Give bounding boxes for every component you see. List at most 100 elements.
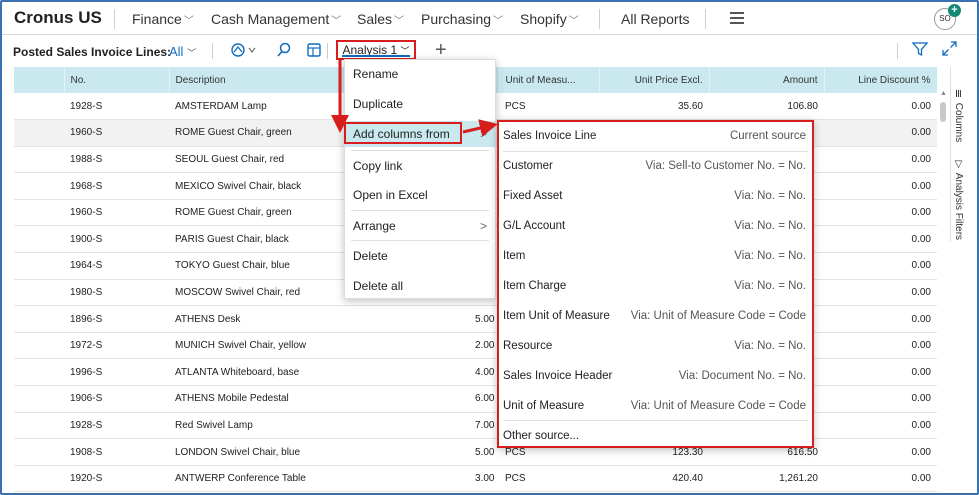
row-select-cell[interactable] (14, 385, 64, 413)
cell-description[interactable]: ATLANTA Whiteboard, base (169, 358, 469, 387)
row-select-cell[interactable] (14, 279, 64, 307)
menu-item-duplicate[interactable]: Duplicate (345, 90, 495, 118)
menu-item-delete[interactable]: Delete (345, 242, 495, 270)
cell-line-discount[interactable]: 0.00 (824, 305, 937, 333)
tab-columns[interactable]: Ⅲ Columns (953, 89, 964, 142)
cell-no[interactable]: 1996-S (64, 358, 169, 387)
cell-line-discount[interactable]: 0.00 (824, 119, 937, 147)
cell-line-discount[interactable]: 0.00 (824, 385, 937, 413)
submenu-item[interactable]: Customer Via: Sell-to Customer No. = No. (499, 152, 812, 180)
table-row[interactable]: 1920-S ANTWERP Conference Table 3.00 PCS 420… (14, 465, 937, 493)
submenu-item-other-source[interactable]: Other source... (499, 422, 812, 450)
vertical-scrollbar[interactable] (940, 102, 946, 122)
row-select-cell[interactable] (14, 93, 64, 121)
cell-description[interactable]: LONDON Swivel Chair, blue (169, 438, 469, 466)
cell-no[interactable]: 1960-S (64, 199, 169, 227)
expand-icon[interactable] (942, 41, 957, 60)
scroll-up-arrow-icon[interactable]: ▲ (940, 90, 947, 97)
row-select-cell[interactable] (14, 332, 64, 360)
cell-no[interactable]: 1964-S (64, 252, 169, 280)
submenu-item[interactable]: Sales Invoice Header Via: Document No. = … (499, 362, 812, 390)
nav-all-reports[interactable]: All Reports (621, 11, 689, 27)
cell-quantity[interactable]: 2.00 (469, 332, 499, 360)
submenu-item[interactable]: Resource Via: No. = No. (499, 332, 812, 360)
nav-finance[interactable]: Finance ﹀ (132, 11, 194, 27)
row-select-cell[interactable] (14, 119, 64, 147)
cell-no[interactable]: 1972-S (64, 332, 169, 360)
nav-shopify[interactable]: Shopify ﹀ (520, 11, 579, 27)
row-select-cell[interactable] (14, 305, 64, 333)
cell-unit-price[interactable]: 420.40 (599, 465, 709, 493)
row-select-cell[interactable] (14, 465, 64, 493)
submenu-item[interactable]: Item Via: No. = No. (499, 242, 812, 270)
row-select-cell[interactable] (14, 199, 64, 227)
cell-quantity[interactable]: 5.00 (469, 305, 499, 333)
submenu-item[interactable]: Unit of Measure Via: Unit of Measure Code… (499, 392, 812, 420)
tab-analysis-filters[interactable]: ▽ Analysis Filters (953, 159, 964, 240)
menu-item-open-in-excel[interactable]: Open in Excel (345, 181, 495, 209)
cell-quantity[interactable]: 7.00 (469, 412, 499, 440)
menu-item-copy-link[interactable]: Copy link (345, 152, 495, 180)
cell-unit-of-measure[interactable]: PCS (499, 465, 599, 493)
row-select-cell[interactable] (14, 252, 64, 280)
column-header-amount[interactable]: Amount (709, 67, 825, 93)
cell-quantity[interactable]: 4.00 (469, 358, 499, 387)
cell-unit-price[interactable]: 35.60 (599, 93, 709, 121)
cell-description[interactable]: MUNICH Swivel Chair, yellow (169, 332, 469, 360)
cell-amount[interactable]: 1,261.20 (709, 465, 824, 493)
cell-line-discount[interactable]: 0.00 (824, 412, 937, 440)
cell-quantity[interactable]: 5.00 (469, 438, 499, 466)
row-select-cell[interactable] (14, 172, 64, 200)
menu-item-arrange[interactable]: Arrange > (345, 212, 495, 240)
menu-item-delete-all[interactable]: Delete all (345, 272, 495, 300)
tab-analysis-1[interactable]: Analysis 1 ﹀ (336, 40, 416, 60)
cell-no[interactable]: 1920-S (64, 465, 169, 493)
row-select-cell[interactable] (14, 358, 64, 387)
analysis-mode-icon[interactable] (231, 42, 257, 61)
cell-description[interactable]: ATHENS Mobile Pedestal (169, 385, 469, 413)
cell-no[interactable]: 1900-S (64, 225, 169, 254)
menu-item-rename[interactable]: Rename (345, 60, 495, 88)
cell-line-discount[interactable]: 0.00 (824, 438, 937, 466)
column-header-unit-price[interactable]: Unit Price Excl. (599, 67, 710, 93)
cell-no[interactable]: 1968-S (64, 172, 169, 200)
column-header-no[interactable]: No. (64, 67, 170, 93)
cell-no[interactable]: 1960-S (64, 119, 169, 147)
row-select-cell[interactable] (14, 438, 64, 466)
cell-line-discount[interactable]: 0.00 (824, 172, 937, 200)
submenu-item[interactable]: Fixed Asset Via: No. = No. (499, 182, 812, 210)
column-header-unit-of-measure[interactable]: Unit of Measu... (499, 67, 600, 93)
cell-description[interactable]: ANTWERP Conference Table (169, 465, 469, 493)
cell-description[interactable]: ATHENS Desk (169, 305, 469, 333)
cell-no[interactable]: 1896-S (64, 305, 169, 333)
cell-line-discount[interactable]: 0.00 (824, 252, 937, 280)
submenu-item[interactable]: Sales Invoice Line Current source (499, 122, 812, 150)
cell-no[interactable]: 1988-S (64, 146, 169, 174)
filter-icon[interactable] (911, 41, 929, 61)
hamburger-menu-icon[interactable] (730, 12, 744, 27)
row-select-cell[interactable] (14, 225, 64, 254)
cell-unit-of-measure[interactable]: PCS (499, 93, 599, 121)
company-name[interactable]: Cronus US (14, 8, 102, 28)
cell-line-discount[interactable]: 0.00 (824, 93, 937, 121)
row-select-cell[interactable] (14, 146, 64, 174)
cell-line-discount[interactable]: 0.00 (824, 199, 937, 227)
submenu-item[interactable]: G/L Account Via: No. = No. (499, 212, 812, 240)
cell-no[interactable]: 1928-S (64, 93, 169, 121)
nav-sales[interactable]: Sales ﹀ (357, 11, 404, 27)
row-select-cell[interactable] (14, 412, 64, 440)
search-icon[interactable] (277, 42, 291, 61)
cell-no[interactable]: 1908-S (64, 438, 169, 466)
cell-line-discount[interactable]: 0.00 (824, 332, 937, 360)
cell-line-discount[interactable]: 0.00 (824, 279, 937, 307)
submenu-item[interactable]: Item Unit of Measure Via: Unit of Measure… (499, 302, 812, 330)
nav-purchasing[interactable]: Purchasing ﹀ (421, 11, 503, 27)
cell-quantity[interactable]: 3.00 (469, 465, 499, 493)
cell-quantity[interactable]: 6.00 (469, 385, 499, 413)
submenu-item[interactable]: Item Charge Via: No. = No. (499, 272, 812, 300)
column-header-line-discount[interactable]: Line Discount % (824, 67, 937, 93)
nav-cash-management[interactable]: Cash Management ﹀ (211, 11, 341, 27)
cell-no[interactable]: 1980-S (64, 279, 169, 307)
view-filter-dropdown[interactable]: All ﹀ (169, 44, 196, 59)
cell-line-discount[interactable]: 0.00 (824, 146, 937, 174)
